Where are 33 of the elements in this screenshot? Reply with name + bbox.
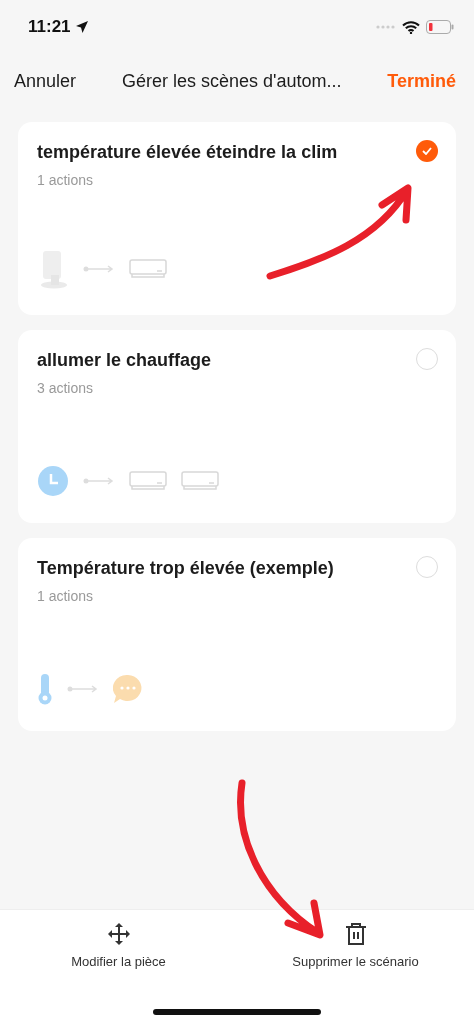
move-icon <box>106 922 131 946</box>
trash-icon <box>344 922 367 946</box>
delete-scene-button[interactable]: Supprimer le scénario <box>237 910 474 976</box>
air-conditioner-icon <box>129 471 167 491</box>
page-title: Gérer les scènes d'autom... <box>121 70 342 92</box>
location-icon <box>74 20 89 34</box>
arrow-icon <box>83 265 115 273</box>
check-icon <box>422 147 432 155</box>
battery-icon <box>426 20 454 34</box>
scene-card[interactable]: température élevée éteindre la clim 1 actions <box>18 122 456 315</box>
radio-button[interactable] <box>416 556 438 578</box>
scene-title: Température trop élevée (exemple) <box>37 558 334 579</box>
arrow-icon <box>67 685 99 693</box>
arrow-icon <box>83 477 115 485</box>
clock-icon <box>37 465 69 497</box>
status-time: 11:21 <box>28 17 71 37</box>
scene-card[interactable]: allumer le chauffage 3 actions <box>18 330 456 523</box>
message-icon <box>113 674 143 704</box>
scene-title: allumer le chauffage <box>37 350 212 371</box>
edit-room-button[interactable]: Modifier la pièce <box>0 910 237 976</box>
action-count: 3 actions <box>37 380 95 396</box>
radio-button[interactable] <box>416 348 438 370</box>
air-conditioner-icon <box>181 471 219 491</box>
action-count: 1 actions <box>37 588 95 604</box>
scene-card[interactable]: Température trop élevée (exemple) 1 actions <box>18 538 456 731</box>
scene-title: température élevée éteindre la clim <box>37 142 338 163</box>
cancel-button[interactable]: Annuler <box>14 70 77 92</box>
air-conditioner-icon <box>129 259 167 279</box>
signal-icon <box>376 25 396 29</box>
wifi-icon <box>402 20 420 34</box>
thermometer-icon <box>37 673 53 705</box>
action-count: 1 actions <box>37 172 95 188</box>
checked-radio[interactable] <box>416 140 438 162</box>
